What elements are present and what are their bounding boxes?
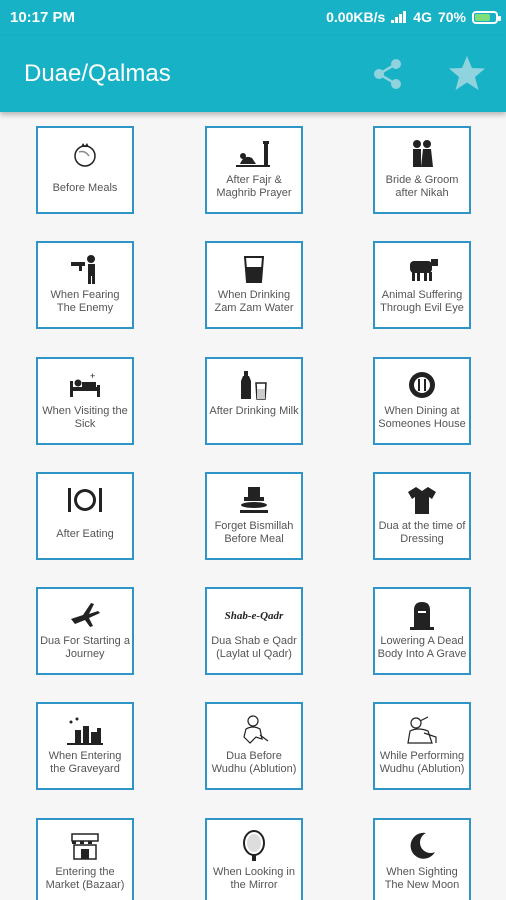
network-speed: 0.00KB/s <box>326 9 386 25</box>
network-type: 4G <box>413 9 432 25</box>
dua-tile[interactable]: Forget Bismillah Before Meal <box>205 472 303 560</box>
market-icon <box>38 830 132 862</box>
dua-tile-label: When Drinking Zam Zam Water <box>214 289 294 314</box>
gunman-icon <box>38 253 132 285</box>
hospital-bed-icon: + <box>38 369 132 401</box>
dua-tile[interactable]: After Fajr & Maghrib Prayer <box>205 126 303 214</box>
graveyard-icon <box>38 714 132 746</box>
dua-tile[interactable]: Animal Suffering Through Evil Eye <box>373 241 471 329</box>
share-icon[interactable] <box>370 56 406 92</box>
dua-tile[interactable]: Dua Before Wudhu (Ablution) <box>205 702 303 790</box>
dua-tile[interactable]: When Looking in the Mirror <box>205 818 303 900</box>
prayer-icon <box>207 138 301 170</box>
dua-tile-label: After Eating <box>56 528 114 540</box>
dua-tile[interactable]: Shab-e-Qadr Dua Shab e Qadr (Laylat ul Qa… <box>205 587 303 675</box>
app-bar: Duae/Qalmas <box>0 36 506 112</box>
dua-tile[interactable]: When Fearing The Enemy <box>36 241 134 329</box>
dua-tile[interactable]: While Performing Wudhu (Ablution) <box>373 702 471 790</box>
dua-tile-label: Entering the Market (Bazaar) <box>45 866 125 891</box>
battery-percent: 70% <box>437 9 466 25</box>
dua-tile-label: When Visiting the Sick <box>42 405 128 430</box>
dua-tile-label: After Fajr & Maghrib Prayer <box>216 174 292 199</box>
cow-icon <box>375 253 469 285</box>
shirt-icon <box>375 484 469 516</box>
dua-tile[interactable]: Dua For Starting a Journey <box>36 587 134 675</box>
dua-tile[interactable]: Bride & Groom after Nikah <box>373 126 471 214</box>
crescent-moon-icon <box>375 830 469 862</box>
washing-icon <box>375 714 469 746</box>
dua-tile-label: Dua Before Wudhu (Ablution) <box>211 750 297 775</box>
dua-tile-label: Bride & Groom after Nikah <box>385 174 459 199</box>
dua-tile-label: Forget Bismillah Before Meal <box>214 520 294 545</box>
battery-icon <box>472 10 501 24</box>
dua-tile[interactable]: When Dining at Someones House <box>373 357 471 445</box>
dua-tile-label: When Looking in the Mirror <box>213 866 295 891</box>
mirror-icon <box>207 830 301 862</box>
dining-plate-icon <box>375 369 469 401</box>
shab-e-qadr-icon: Shab-e-Qadr <box>207 599 301 631</box>
signal-icon <box>391 11 407 23</box>
dua-tile-label: When Fearing The Enemy <box>50 289 120 314</box>
dua-tile-label: Dua Shab e Qadr (Laylat ul Qadr) <box>211 635 297 660</box>
shab-e-qadr-icon-text: Shab-e-Qadr <box>225 610 284 622</box>
dua-tile[interactable]: After Drinking Milk <box>205 357 303 445</box>
dua-tile-label: When Dining at Someones House <box>378 405 466 430</box>
dua-grid: Before Meals After Fajr & Maghrib Prayer B… <box>0 112 506 900</box>
dua-tile-label: After Drinking Milk <box>209 405 299 417</box>
dua-tile[interactable]: Dua at the time of Dressing <box>373 472 471 560</box>
dua-tile[interactable]: Lowering A Dead Body Into A Grave <box>373 587 471 675</box>
dua-tile-label: Animal Suffering Through Evil Eye <box>380 289 464 314</box>
dua-tile-label: While Performing Wudhu (Ablution) <box>379 750 465 775</box>
couple-icon <box>375 138 469 170</box>
dua-tile[interactable]: When Sighting The New Moon <box>373 818 471 900</box>
food-stack-icon <box>207 484 301 516</box>
dua-tile[interactable]: Entering the Market (Bazaar) <box>36 818 134 900</box>
milk-icon <box>207 369 301 401</box>
status-bar: 10:17 PM 0.00KB/s 4G 70% <box>0 0 506 36</box>
tombstone-icon <box>375 599 469 631</box>
pomegranate-icon <box>38 138 132 170</box>
app-title: Duae/Qalmas <box>24 60 171 87</box>
star-icon[interactable] <box>448 54 486 92</box>
airplane-icon <box>38 599 132 631</box>
dua-tile[interactable]: Before Meals <box>36 126 134 214</box>
dua-tile-label: When Entering the Graveyard <box>48 750 122 775</box>
dua-tile-label: Lowering A Dead Body Into A Grave <box>377 635 467 660</box>
dua-tile[interactable]: After Eating <box>36 472 134 560</box>
wudhu-icon <box>207 714 301 746</box>
dua-tile-label: Dua For Starting a Journey <box>40 635 130 660</box>
status-right: 0.00KB/s 4G 70% <box>326 9 501 25</box>
plate-cutlery-icon <box>38 484 132 516</box>
dua-tile-label: Before Meals <box>52 182 118 194</box>
status-time: 10:17 PM <box>10 9 76 26</box>
dua-tile[interactable]: + When Visiting the Sick <box>36 357 134 445</box>
dua-tile-label: Dua at the time of Dressing <box>378 520 466 545</box>
dua-tile-label: When Sighting The New Moon <box>384 866 460 891</box>
svg-text:+: + <box>90 371 95 381</box>
water-glass-icon <box>207 253 301 285</box>
dua-tile[interactable]: When Entering the Graveyard <box>36 702 134 790</box>
dua-tile[interactable]: When Drinking Zam Zam Water <box>205 241 303 329</box>
